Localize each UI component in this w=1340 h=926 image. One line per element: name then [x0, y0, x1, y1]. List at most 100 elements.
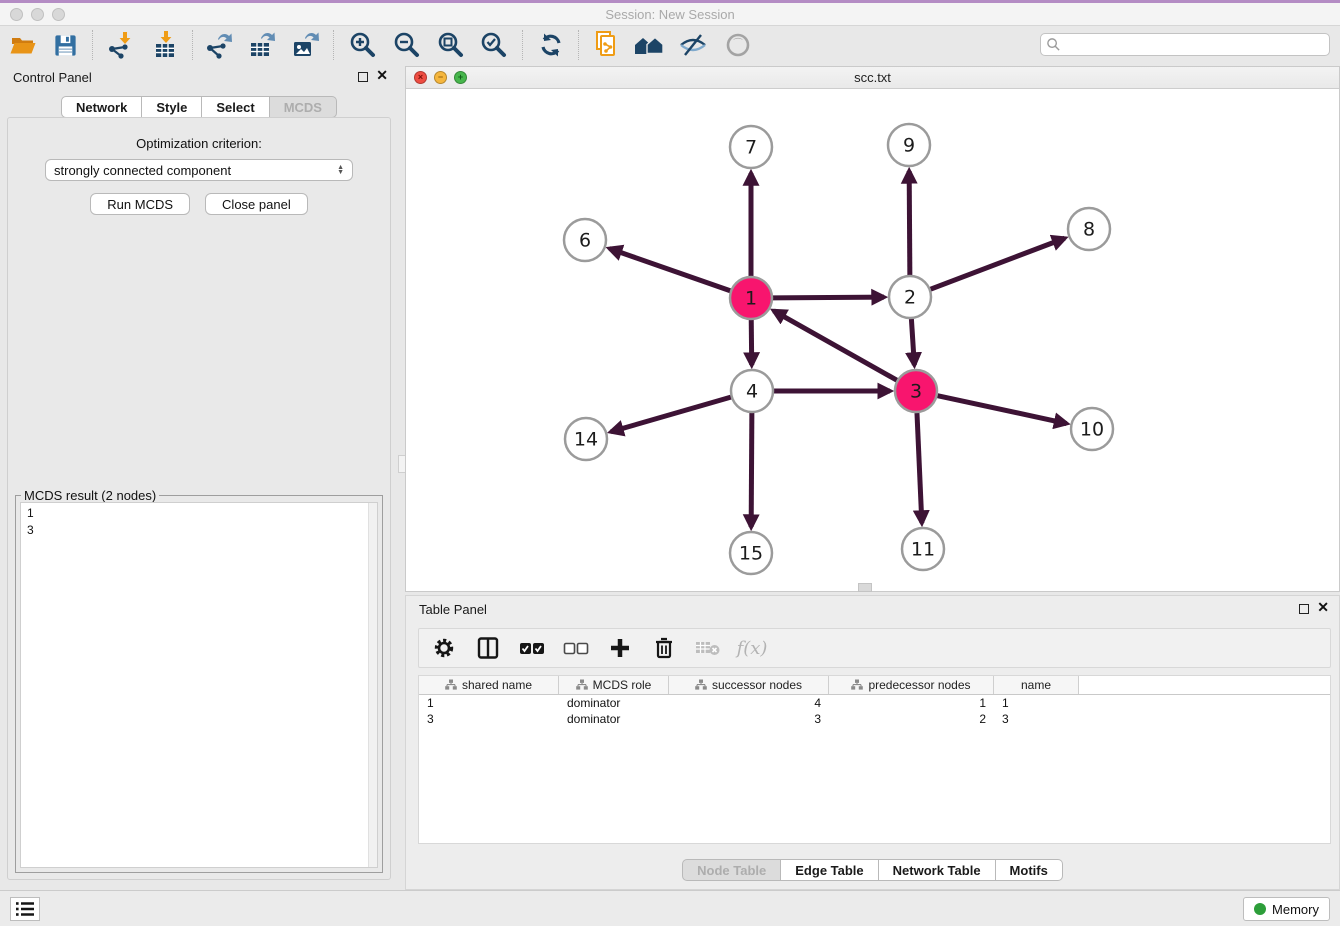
- memory-button[interactable]: Memory: [1243, 897, 1330, 921]
- node-table: shared nameMCDS rolesuccessor nodesprede…: [418, 675, 1331, 844]
- node-label: 10: [1080, 419, 1104, 441]
- node-label: 11: [911, 539, 935, 561]
- delete-columns-button[interactable]: [649, 633, 679, 663]
- import-network-button[interactable]: [103, 27, 139, 63]
- refresh-layout-icon: [537, 31, 565, 59]
- search-field[interactable]: [1040, 33, 1330, 56]
- save-session-button[interactable]: [47, 27, 83, 63]
- tab-style[interactable]: Style: [142, 96, 202, 118]
- node-15[interactable]: 15: [730, 532, 772, 574]
- mcds-result-list[interactable]: 1 3: [20, 502, 378, 868]
- close-table-panel-icon[interactable]: ✕: [1317, 600, 1329, 614]
- apply-layout-button[interactable]: [533, 27, 569, 63]
- add-column-button[interactable]: [605, 633, 635, 663]
- export-image-button[interactable]: [288, 27, 324, 63]
- node-8[interactable]: 8: [1068, 208, 1110, 250]
- tab-network[interactable]: Network: [61, 96, 142, 118]
- zoom-in-button[interactable]: [345, 27, 381, 63]
- zoom-out-button[interactable]: [389, 27, 425, 63]
- run-mcds-button[interactable]: Run MCDS: [90, 193, 190, 215]
- edge-1-6[interactable]: [610, 249, 731, 291]
- column-header-shared-name[interactable]: shared name: [419, 676, 559, 694]
- column-header-predecessor-nodes[interactable]: predecessor nodes: [829, 676, 994, 694]
- node-label: 4: [746, 381, 758, 403]
- node-10[interactable]: 10: [1071, 408, 1113, 450]
- zoom-fit-button[interactable]: [433, 27, 469, 63]
- column-header-name[interactable]: name: [994, 676, 1079, 694]
- columns-icon: [476, 636, 500, 660]
- tab-mcds[interactable]: MCDS: [270, 96, 337, 118]
- node-1[interactable]: 1: [730, 277, 772, 319]
- node-6[interactable]: 6: [564, 219, 606, 261]
- close-panel-icon[interactable]: ✕: [376, 68, 388, 82]
- table-cell: 1: [829, 695, 994, 711]
- column-type-icon: [445, 679, 457, 691]
- export-table-button[interactable]: [245, 27, 281, 63]
- table-row[interactable]: 3dominator323: [419, 711, 1330, 727]
- edge-3-1[interactable]: [774, 311, 897, 380]
- edge-3-10[interactable]: [938, 396, 1067, 424]
- open-session-button[interactable]: [5, 27, 41, 63]
- network-view-window: × − + scc.txt 7 9 6 8 1 2 4 3 14 10 15 11: [405, 66, 1340, 592]
- column-header-MCDS-role[interactable]: MCDS role: [559, 676, 669, 694]
- network-window-titlebar[interactable]: × − + scc.txt: [406, 67, 1339, 89]
- delete-table-button[interactable]: [693, 633, 723, 663]
- column-header-successor-nodes[interactable]: successor nodes: [669, 676, 829, 694]
- export-network-icon: [204, 30, 234, 60]
- network-canvas[interactable]: 7 9 6 8 1 2 4 3 14 10 15 11: [406, 89, 1339, 591]
- node-14[interactable]: 14: [565, 418, 607, 460]
- edge-2-9[interactable]: [909, 171, 910, 275]
- float-panel-icon[interactable]: [358, 72, 368, 82]
- tab-node-table[interactable]: Node Table: [682, 859, 781, 881]
- table-row[interactable]: 1dominator411: [419, 695, 1330, 711]
- criterion-dropdown[interactable]: strongly connected component ▲▼: [45, 159, 353, 181]
- session-title: Session: New Session: [0, 7, 1340, 22]
- edge-3-11[interactable]: [917, 413, 922, 523]
- zoom-in-icon: [348, 30, 378, 60]
- tab-select[interactable]: Select: [202, 96, 269, 118]
- show-hide-graphics-button[interactable]: [675, 27, 711, 63]
- node-2[interactable]: 2: [889, 276, 931, 318]
- list-icon: [15, 901, 35, 917]
- edge-2-8[interactable]: [931, 238, 1065, 289]
- toolbar-separator: [192, 30, 193, 60]
- tab-edge-table[interactable]: Edge Table: [781, 859, 878, 881]
- first-neighbors-button[interactable]: [631, 27, 667, 63]
- clone-network-button[interactable]: [588, 27, 624, 63]
- import-table-icon: [152, 30, 182, 60]
- float-table-panel-icon[interactable]: [1299, 604, 1309, 614]
- node-7[interactable]: 7: [730, 126, 772, 168]
- close-panel-button[interactable]: Close panel: [205, 193, 308, 215]
- control-panel-tabs: NetworkStyleSelectMCDS: [0, 96, 398, 118]
- column-settings-button[interactable]: [429, 633, 459, 663]
- search-icon: [1046, 37, 1061, 52]
- edge-4-15[interactable]: [751, 413, 752, 527]
- scrollbar[interactable]: [368, 503, 377, 867]
- table-cell: 3: [419, 711, 559, 727]
- zoom-selected-button[interactable]: [476, 27, 512, 63]
- show-column-panel-button[interactable]: [473, 633, 503, 663]
- deselect-all-columns-button[interactable]: [561, 633, 591, 663]
- tab-motifs[interactable]: Motifs: [996, 859, 1063, 881]
- mcds-tab-content: Optimization criterion: strongly connect…: [7, 117, 391, 880]
- optimization-criterion-label: Optimization criterion:: [8, 136, 390, 151]
- edge-4-14[interactable]: [611, 397, 731, 432]
- edge-1-2[interactable]: [773, 297, 884, 298]
- birds-eye-view-button[interactable]: [720, 27, 756, 63]
- search-input[interactable]: [1061, 38, 1329, 52]
- zoom-out-icon: [392, 30, 422, 60]
- node-9[interactable]: 9: [888, 124, 930, 166]
- tab-network-table[interactable]: Network Table: [879, 859, 996, 881]
- export-network-button[interactable]: [201, 27, 237, 63]
- select-all-columns-button[interactable]: [517, 633, 547, 663]
- node-4[interactable]: 4: [731, 370, 773, 412]
- edge-2-3[interactable]: [911, 319, 914, 365]
- import-table-button[interactable]: [149, 27, 185, 63]
- task-history-button[interactable]: [10, 897, 40, 921]
- function-builder-button[interactable]: f(x): [737, 633, 767, 663]
- node-11[interactable]: 11: [902, 528, 944, 570]
- trash-icon: [653, 636, 675, 660]
- node-3[interactable]: 3: [895, 370, 937, 412]
- horizontal-splitter-handle[interactable]: [858, 583, 872, 592]
- node-label: 2: [904, 287, 916, 309]
